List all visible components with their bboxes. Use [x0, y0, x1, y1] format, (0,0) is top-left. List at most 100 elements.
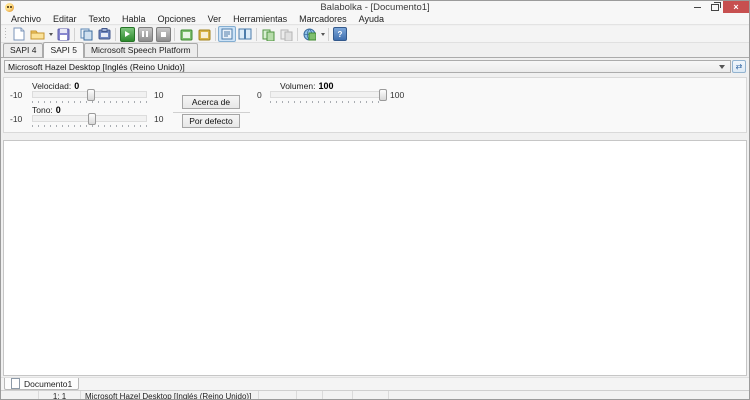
speed-value: 0 [74, 81, 80, 91]
refresh-voices-button[interactable]: ⇄ [732, 60, 746, 73]
voice-selector-row: Microsoft Hazel Desktop [Inglés (Reino U… [1, 58, 749, 75]
toolbar: ? [1, 26, 749, 43]
split-view-icon [238, 28, 252, 40]
paste-button[interactable] [95, 26, 113, 42]
open-audio-button[interactable] [195, 26, 213, 42]
tab-sapi4[interactable]: SAPI 4 [3, 43, 44, 57]
speed-max: 10 [154, 90, 164, 100]
menu-bar: Archivo Editar Texto Habla Opciones Ver … [1, 14, 749, 25]
volume-slider[interactable] [270, 89, 387, 101]
status-current-voice: Microsoft Hazel Desktop [Inglés (Reino U… [81, 391, 259, 399]
text-editor-area[interactable] [3, 140, 747, 376]
pitch-max: 10 [154, 114, 164, 124]
compare-files-button[interactable] [259, 26, 277, 42]
tab-microsoft-speech-platform[interactable]: Microsoft Speech Platform [83, 43, 198, 57]
language-tools-dropdown[interactable] [318, 26, 326, 42]
save-audio-icon [180, 29, 192, 40]
help-icon: ? [333, 27, 347, 41]
status-cell-empty [1, 391, 39, 399]
button-divider [173, 112, 250, 113]
volume-min: 0 [257, 90, 262, 100]
tab-label: Microsoft Speech Platform [90, 45, 191, 55]
tab-label: SAPI 4 [10, 45, 37, 55]
text-view-toggle[interactable] [218, 26, 236, 42]
open-folder-icon [30, 30, 44, 40]
restore-button[interactable] [706, 1, 723, 13]
chevron-down-icon [320, 32, 325, 36]
menu-editar[interactable]: Editar [47, 14, 83, 25]
compare-files-icon [262, 29, 274, 41]
speed-slider[interactable] [32, 89, 147, 101]
compare-files-disabled-button[interactable] [277, 26, 295, 42]
toolbar-separator [297, 27, 298, 41]
tab-sapi5[interactable]: SAPI 5 [43, 42, 84, 58]
status-cell-empty [353, 391, 389, 399]
volume-max: 100 [390, 90, 405, 100]
pitch-min: -10 [10, 114, 23, 124]
tab-label: SAPI 5 [50, 45, 77, 55]
stop-button[interactable] [154, 26, 172, 42]
menu-texto[interactable]: Texto [83, 14, 117, 25]
menu-herramientas[interactable]: Herramientas [227, 14, 293, 25]
toolbar-separator [215, 27, 216, 41]
chevron-down-icon [719, 64, 725, 69]
toolbar-separator [256, 27, 257, 41]
play-button[interactable] [118, 26, 136, 42]
toolbar-separator [74, 27, 75, 41]
voice-select[interactable]: Microsoft Hazel Desktop [Inglés (Reino U… [4, 60, 731, 73]
play-icon [119, 26, 135, 42]
menu-marcadores[interactable]: Marcadores [293, 14, 353, 25]
document-tab[interactable]: Documento1 [4, 378, 80, 390]
voice-select-value: Microsoft Hazel Desktop [Inglés (Reino U… [8, 61, 185, 72]
menu-habla[interactable]: Habla [116, 14, 152, 25]
minimize-button[interactable] [689, 1, 706, 13]
toolbar-grip[interactable] [4, 28, 7, 40]
about-voice-button[interactable]: Acerca de [182, 95, 240, 109]
menu-ayuda[interactable]: Ayuda [353, 14, 390, 25]
chevron-down-icon [48, 32, 53, 36]
speed-min: -10 [10, 90, 23, 100]
volume-label: Volumen: 100 [280, 81, 334, 91]
copy-button[interactable] [77, 26, 95, 42]
status-cell-empty [259, 391, 297, 399]
speed-slider-ticks [32, 101, 147, 103]
pitch-slider-handle[interactable] [88, 113, 97, 125]
document-tab-bar: Documento1 [1, 377, 749, 390]
menu-ver[interactable]: Ver [202, 14, 228, 25]
window-controls: × [689, 1, 749, 13]
pause-icon [137, 26, 153, 42]
speed-slider-handle[interactable] [87, 89, 96, 101]
speed-label: Velocidad: 0 [32, 81, 80, 91]
toolbar-separator [328, 27, 329, 41]
compare-files-disabled-icon [280, 29, 292, 41]
help-button[interactable]: ? [331, 26, 349, 42]
status-cell-empty [323, 391, 353, 399]
new-document-button[interactable] [10, 26, 28, 42]
text-view-icon [221, 28, 233, 40]
pitch-slider[interactable] [32, 113, 147, 125]
new-document-icon [13, 27, 25, 41]
save-icon [57, 28, 69, 40]
language-tools-button[interactable] [300, 26, 318, 42]
save-file-button[interactable] [54, 26, 72, 42]
open-file-button[interactable] [28, 26, 46, 42]
pause-button[interactable] [136, 26, 154, 42]
menu-opciones[interactable]: Opciones [152, 14, 202, 25]
open-audio-icon [198, 29, 210, 40]
close-button[interactable]: × [723, 1, 749, 13]
refresh-icon: ⇄ [735, 61, 743, 71]
volume-value: 100 [318, 81, 334, 91]
minimize-icon [694, 6, 701, 8]
split-view-button[interactable] [236, 26, 254, 42]
default-settings-button[interactable]: Por defecto [182, 114, 240, 128]
restore-icon [710, 1, 721, 11]
status-cell-empty [389, 391, 749, 399]
volume-slider-handle[interactable] [378, 89, 387, 101]
app-window: Balabolka - [Documento1] × Archivo Edita… [0, 0, 750, 400]
open-file-dropdown[interactable] [46, 26, 54, 42]
voice-settings-panel: Velocidad: 0 -10 10 Tono: 0 -10 10 Acerca … [3, 77, 747, 133]
menu-archivo[interactable]: Archivo [5, 14, 47, 25]
save-audio-button[interactable] [177, 26, 195, 42]
about-voice-label: Acerca de [191, 97, 231, 107]
volume-slider-ticks [270, 101, 384, 103]
